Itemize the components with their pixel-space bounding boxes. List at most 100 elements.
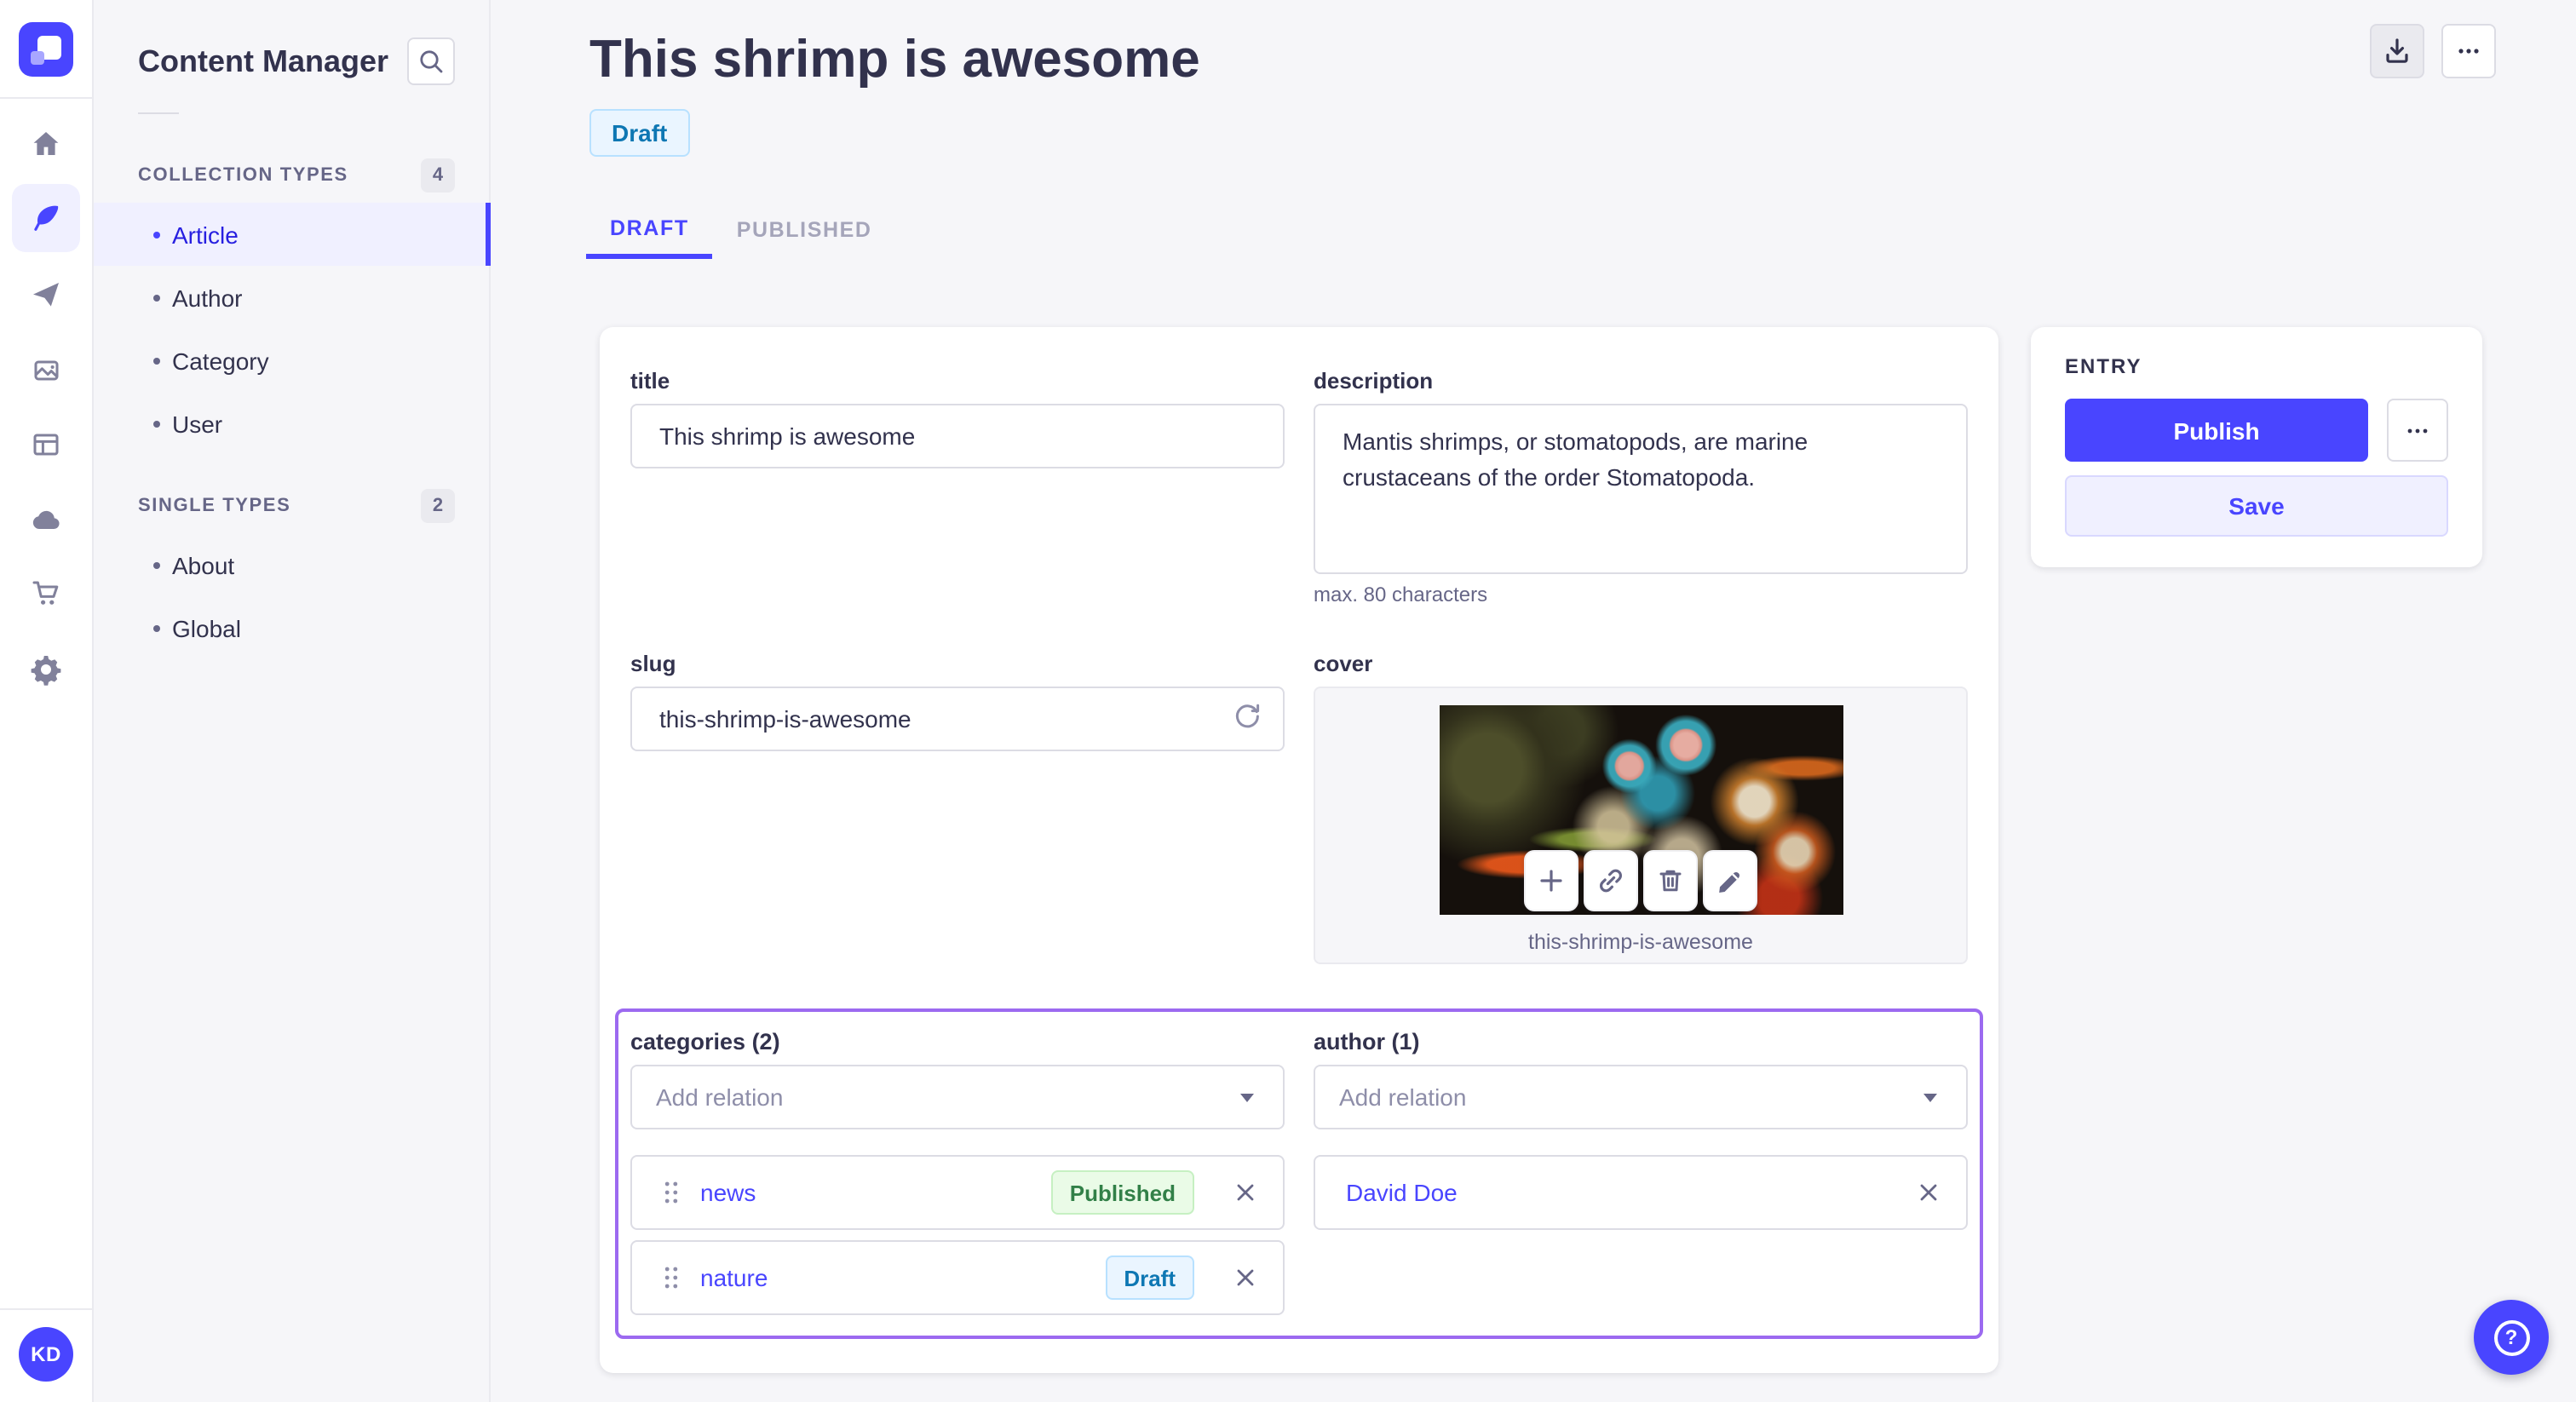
sidebar-item-about[interactable]: About	[94, 533, 489, 596]
close-icon	[1920, 1184, 1937, 1201]
plus-icon	[1540, 870, 1562, 892]
sidebar-header: Content Manager	[94, 0, 489, 85]
edit-media-button[interactable]	[1703, 850, 1757, 911]
more-horizontal-icon	[2407, 428, 2428, 433]
field-author: author (1) Add relation David Doe	[1314, 1019, 1968, 1315]
categories-relation-combobox[interactable]: Add relation	[630, 1065, 1285, 1129]
author-relation-combobox[interactable]: Add relation	[1314, 1065, 1968, 1129]
delete-media-button[interactable]	[1643, 850, 1698, 911]
remove-relation-button[interactable]	[1232, 1264, 1259, 1291]
nav-rail: KD	[0, 0, 94, 1402]
sidebar-item-author[interactable]: Author	[94, 266, 489, 329]
sidebar-item-global[interactable]: Global	[94, 596, 489, 659]
publish-button[interactable]: Publish	[2065, 399, 2368, 462]
sidebar-item-label: About	[172, 551, 235, 578]
pencil-icon	[1719, 872, 1739, 893]
description-value: Mantis shrimps, or stomatopods, are mari…	[1343, 428, 1808, 491]
title-input[interactable]: This shrimp is awesome	[630, 404, 1285, 468]
app: KD Content Manager COLLECTION TYPES 4 Ar…	[0, 0, 2576, 1402]
trash-icon	[1659, 870, 1682, 892]
categories-label: categories (2)	[630, 1029, 780, 1054]
cover-media-box: this-shrimp-is-awesome	[1314, 687, 1968, 964]
relation-item-news: news Published	[630, 1155, 1285, 1230]
close-icon	[1237, 1184, 1254, 1201]
relation-link[interactable]: David Doe	[1346, 1179, 1877, 1206]
cover-caption: this-shrimp-is-awesome	[1528, 930, 1753, 954]
slug-input[interactable]: this-shrimp-is-awesome	[630, 687, 1285, 751]
single-types-header: SINGLE TYPES 2	[94, 489, 489, 523]
tab-draft[interactable]: DRAFT	[586, 201, 713, 259]
user-avatar[interactable]: KD	[19, 1327, 73, 1382]
sidebar-divider	[138, 112, 179, 114]
collection-types-list: Article Author Category User	[94, 203, 491, 455]
relation-link[interactable]: nature	[700, 1264, 1105, 1291]
status-badge: Draft	[589, 109, 690, 157]
field-cover: cover this-shrimp-is-awesome	[1314, 651, 1968, 964]
sidebar-item-label: Author	[172, 284, 243, 311]
sidebar-item-label: User	[172, 410, 223, 437]
field-categories: categories (2) Add relation news Publish…	[630, 1019, 1285, 1315]
media-library-icon[interactable]	[12, 336, 80, 404]
cover-actions	[1524, 850, 1757, 911]
sidebar-item-article[interactable]: Article	[94, 203, 491, 266]
marketplace-cart-icon[interactable]	[12, 559, 80, 627]
refresh-icon	[1235, 704, 1260, 728]
entry-form-card: title This shrimp is awesome description…	[600, 327, 1998, 1373]
sidebar-item-user[interactable]: User	[94, 392, 489, 455]
main-content: This shrimp is awesome Draft DRAFT PUBLI…	[491, 0, 2576, 1402]
sidebar-item-label: Global	[172, 614, 241, 641]
bullet-icon	[153, 357, 160, 364]
regenerate-slug-button[interactable]	[1232, 701, 1262, 737]
copy-link-button[interactable]	[1584, 850, 1638, 911]
tab-bar: DRAFT PUBLISHED	[586, 201, 2576, 259]
collection-types-header: COLLECTION TYPES 4	[94, 158, 489, 192]
save-button[interactable]: Save	[2065, 475, 2448, 537]
sidebar-item-label: Category	[172, 347, 269, 374]
bullet-icon	[153, 294, 160, 301]
send-plane-icon[interactable]	[12, 261, 80, 329]
entry-more-button[interactable]	[2387, 399, 2448, 462]
remove-relation-button[interactable]	[1232, 1179, 1259, 1206]
strapi-logo-icon[interactable]	[19, 22, 73, 77]
collection-types-count: 4	[421, 158, 455, 192]
title-value: This shrimp is awesome	[659, 422, 916, 450]
draft-badge: Draft	[1105, 1255, 1194, 1300]
remove-relation-button[interactable]	[1915, 1179, 1942, 1206]
search-button[interactable]	[407, 37, 455, 85]
single-types-label: SINGLE TYPES	[138, 496, 291, 516]
bullet-icon	[153, 561, 160, 568]
description-textarea[interactable]: Mantis shrimps, or stomatopods, are mari…	[1314, 404, 1968, 574]
description-label: description	[1314, 368, 1434, 394]
help-button[interactable]: ?	[2474, 1300, 2549, 1375]
content-manager-sidebar: Content Manager COLLECTION TYPES 4 Artic…	[94, 0, 491, 1402]
entry-panel: ENTRY Publish Save	[2031, 327, 2482, 567]
layout-builder-icon[interactable]	[12, 411, 80, 479]
home-icon[interactable]	[12, 111, 80, 179]
cloud-icon[interactable]	[12, 486, 80, 554]
description-hint: max. 80 characters	[1314, 583, 1488, 606]
bullet-icon	[153, 420, 160, 427]
field-slug: slug this-shrimp-is-awesome	[630, 651, 1285, 964]
bullet-icon	[153, 624, 160, 631]
author-placeholder: Add relation	[1339, 1083, 1467, 1111]
drag-handle-icon[interactable]	[663, 1179, 680, 1206]
sidebar-item-category[interactable]: Category	[94, 329, 489, 392]
rail-divider	[0, 97, 92, 99]
slug-value: this-shrimp-is-awesome	[659, 705, 911, 733]
link-icon	[1600, 869, 1622, 893]
relation-item-david-doe: David Doe	[1314, 1155, 1968, 1230]
content-manager-feather-icon[interactable]	[12, 184, 80, 252]
single-types-list: About Global	[94, 533, 489, 659]
categories-placeholder: Add relation	[656, 1083, 784, 1111]
close-icon	[1237, 1269, 1254, 1286]
relation-link[interactable]: news	[700, 1179, 1051, 1206]
slug-label: slug	[630, 651, 676, 676]
field-title: title This shrimp is awesome	[630, 368, 1285, 606]
logo-shape-small	[31, 51, 44, 65]
settings-gear-icon[interactable]	[12, 635, 80, 704]
drag-handle-icon[interactable]	[663, 1264, 680, 1291]
add-media-button[interactable]	[1524, 850, 1578, 911]
published-badge: Published	[1050, 1170, 1194, 1215]
tab-published[interactable]: PUBLISHED	[713, 201, 896, 259]
question-mark-icon: ?	[2493, 1319, 2529, 1355]
